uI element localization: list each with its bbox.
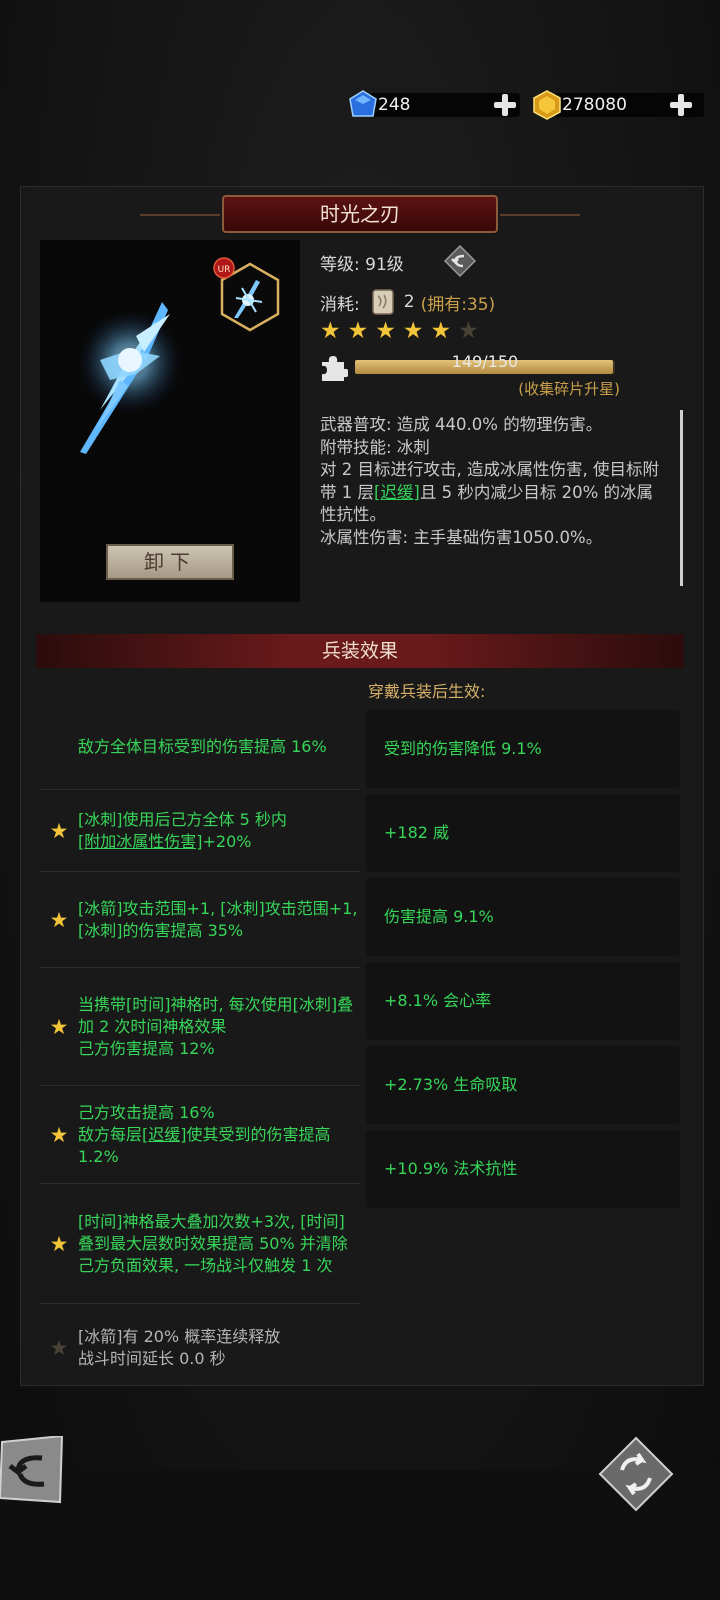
desc-skill: 附带技能: 冰刺 — [320, 437, 430, 457]
gold-currency: 278080 — [532, 90, 712, 120]
blue-gem-icon — [349, 90, 377, 117]
add-gems-button[interactable] — [492, 92, 518, 118]
puzzle-piece-icon — [322, 356, 348, 381]
scroll-icon — [371, 289, 394, 315]
star-icon: ★ — [49, 818, 69, 843]
slow-effect-link[interactable]: [迟缓] — [142, 1125, 187, 1144]
item-description: 武器普攻: 造成 440.0% 的物理伤害。 附带技能: 冰刺 对 2 目标进行… — [320, 414, 665, 549]
star-filled-icon: ★ — [430, 318, 452, 344]
back-button[interactable] — [0, 1436, 66, 1506]
effect-item: ★ [冰箭]攻击范围+1, [冰刺]攻击范围+1, [冰刺]的伤害提高 35% — [40, 872, 360, 968]
slow-status-link[interactable]: [迟缓] — [374, 483, 420, 502]
effect-item: 敌方全体目标受到的伤害提高 16% — [40, 704, 360, 790]
level-label: 等级: 91级 — [320, 255, 404, 275]
description-scrollbar[interactable] — [680, 410, 683, 586]
effect-item: ★ [时间]神格最大叠加次数+3次, [时间]叠到最大层数时效果提高 50% 并… — [40, 1184, 360, 1304]
effect-item-locked: ★ [冰箭]有 20% 概率连续释放 战斗时间延长 0.0 秒 — [40, 1304, 360, 1392]
bonus-item: 伤害提高 9.1% — [366, 878, 680, 956]
effect-item: ★ [冰刺]使用后己方全体 5 秒内 [附加冰属性伤害]+20% — [40, 790, 360, 872]
desc-attack: 武器普攻: 造成 440.0% 的物理伤害。 — [320, 415, 603, 434]
effects-section-title: 兵装效果 — [36, 634, 684, 668]
star-filled-icon: ★ — [402, 318, 424, 344]
owned-count: (拥有:35) — [420, 294, 496, 315]
star-icon: ★ — [49, 1014, 69, 1039]
add-gold-button[interactable] — [668, 92, 694, 118]
star-icon: ★ — [49, 1231, 69, 1256]
gold-gem-icon — [533, 90, 561, 120]
ice-damage-link[interactable]: [附加冰属性伤害] — [78, 832, 203, 851]
desc-skill-effect: 对 2 目标进行攻击, 造成冰属性伤害, 使目标附带 1 层[迟缓]且 5 秒内… — [320, 460, 659, 524]
star-filled-icon: ★ — [347, 318, 369, 344]
gold-value: 278080 — [562, 95, 627, 115]
shard-progress-text: 149/150 — [451, 352, 519, 371]
bonus-item: +182 威 — [366, 794, 680, 872]
cost-count: 2 — [403, 292, 415, 312]
star-rating: ★ ★ ★ ★ ★ ★ — [320, 318, 479, 344]
star-icon: ★ — [49, 1122, 69, 1147]
bonus-item: 受到的伤害降低 9.1% — [366, 710, 680, 788]
cost-label: 消耗: — [320, 294, 360, 315]
star-icon-dim: ★ — [49, 1336, 69, 1360]
effect-item: ★ 己方攻击提高 16% 敌方每层[迟缓]使其受到的伤害提高 1.2% — [40, 1086, 360, 1184]
desc-ice-damage: 冰属性伤害: 主手基础伤害1050.0%。 — [320, 527, 603, 547]
effect-item: ★ 当携带[时间]神格时, 每次使用[冰刺]叠加 2 次时间神格效果 己方伤害提高… — [40, 968, 360, 1086]
refresh-button[interactable] — [598, 1436, 674, 1512]
bonus-item: +8.1% 会心率 — [366, 962, 680, 1040]
ur-rarity-badge: UR — [213, 257, 235, 279]
gems-value: 248 — [378, 95, 411, 115]
level-up-button[interactable] — [444, 245, 476, 277]
unequip-button[interactable]: 卸下 — [106, 544, 234, 580]
item-title: 时光之刃 — [222, 195, 498, 233]
ur-badge-text: UR — [218, 265, 231, 275]
effects-note: 穿戴兵装后生效: — [368, 682, 486, 701]
bonus-item: +10.9% 法术抗性 — [366, 1130, 680, 1208]
bonus-item: +2.73% 生命吸取 — [366, 1046, 680, 1124]
star-filled-icon: ★ — [320, 318, 341, 344]
star-empty-icon: ★ — [458, 318, 479, 344]
star-filled-icon: ★ — [375, 318, 396, 344]
star-icon: ★ — [49, 907, 69, 932]
shard-progress-hint: (收集碎片升星) — [518, 380, 620, 398]
cost-row: 消耗: 2 (拥有:35) — [320, 288, 495, 316]
